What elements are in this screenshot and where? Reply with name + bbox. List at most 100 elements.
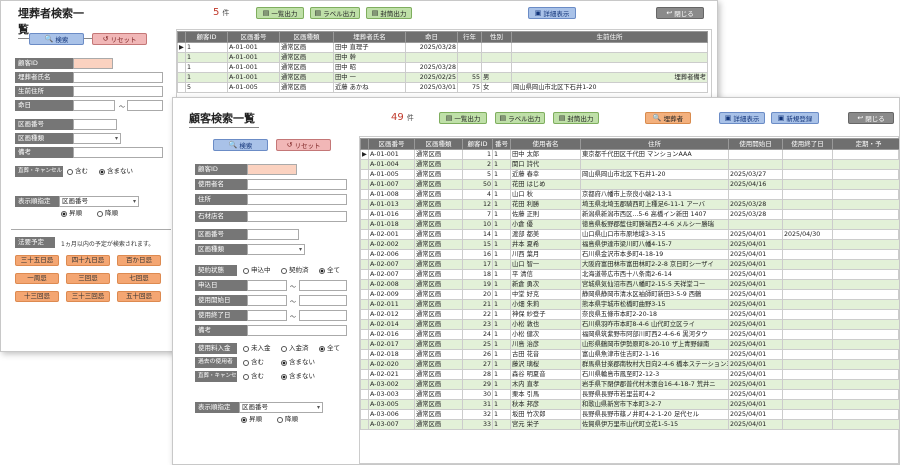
row-selector[interactable] (360, 399, 369, 410)
table-row[interactable]: A-02-009 通常区画 20 1 中堂 好克 静岡県静岡市清水区袖師町新田3-5-9 … (360, 289, 899, 300)
row-selector[interactable] (360, 349, 369, 360)
list-print-button[interactable]: ▤ 一覧出力 (439, 112, 487, 124)
address-input[interactable] (73, 86, 163, 97)
table-row[interactable]: A-01-016 通常区画 7 1 佐藤 正則 新潟県新潟市西区...5-6 高橋イン新田… (360, 209, 899, 220)
notes-input[interactable] (73, 147, 163, 158)
table-row[interactable]: A-02-020 通常区画 27 1 藤沢 璃桜 群馬県甘楽郡南牧村大日向2-4-6 橋本… (360, 359, 899, 370)
order-select[interactable]: 区画番号 (59, 196, 139, 207)
customer-id-input[interactable] (73, 58, 113, 69)
col-header[interactable]: 使用者名 (510, 138, 581, 150)
table-row[interactable]: A-01-007 通常区画 50 1 花田 はじめ 2025/04/16 (360, 179, 899, 190)
notes-input[interactable] (247, 325, 347, 336)
table-row[interactable]: A-01-004 通常区画 2 1 関口 詩代 (360, 159, 899, 170)
cancel-exclude-radio[interactable]: 含まない (99, 166, 133, 177)
search-button[interactable]: 🔍 検索 (213, 139, 268, 151)
envelope-print-button[interactable]: ▤ 封筒出力 (366, 7, 412, 19)
start-date-to[interactable] (299, 295, 347, 306)
plot-type-select[interactable] (247, 244, 305, 255)
table-row[interactable]: A-02-001 通常区画 14 1 渡部 都美 山口県山口市市原地域3-3-15 2025… (360, 229, 899, 240)
address-input[interactable] (247, 194, 347, 205)
table-row[interactable]: A-02-007 通常区画 18 1 平 清信 北海道帯広市西十八条南2-6-14 2025… (360, 269, 899, 280)
label-print-button[interactable]: ▤ ラベル出力 (495, 112, 545, 124)
col-header[interactable]: 使用終了日 (782, 138, 833, 150)
burial-button[interactable]: 🔍 埋葬者 (645, 112, 691, 124)
table-row[interactable]: ▶ 1 A-01-001 通常区画 田中 直理子 2025/03/28 (177, 42, 708, 53)
row-selector[interactable] (360, 309, 369, 320)
cancel-include-radio[interactable]: 含む (67, 166, 88, 177)
burial-name-input[interactable] (73, 72, 163, 83)
payment-unpaid-radio[interactable]: 未入金 (243, 343, 271, 354)
row-selector[interactable] (360, 239, 369, 250)
row-selector[interactable] (360, 419, 369, 430)
table-row[interactable]: A-01-018 通常区画 10 1 小倉 優徳島県板野郡藍住町勝瑞西2-4-6 メルシ… (360, 219, 899, 230)
row-selector[interactable] (360, 199, 369, 210)
row-selector[interactable] (360, 299, 369, 310)
col-header[interactable]: 区画番号 (227, 31, 280, 43)
close-button[interactable]: ↩ 閉じる (656, 7, 704, 19)
table-row[interactable]: 1 A-01-001 通常区画 田中 幹 (177, 52, 708, 63)
table-row[interactable]: A-03-003 通常区画 30 1 栗本 引馬 長野県長野市若里芸町4-2 2025/04… (360, 389, 899, 400)
table-row[interactable]: A-02-007 通常区画 17 1 山口 智一 大阪府富田林市富田林町2-2-8 京日町… (360, 259, 899, 270)
table-row[interactable]: A-02-014 通常区画 23 1 小松 敦也 石川県羽咋市本町8-4-6 山代町立区ラ… (360, 319, 899, 330)
col-header[interactable]: 住所 (580, 138, 729, 150)
table-row[interactable]: A-02-012 通常区画 22 1 神保 紗登子 奈良県五條市本町2-20-18 2025… (360, 309, 899, 320)
user-name-input[interactable] (247, 179, 347, 190)
col-header[interactable]: 埋葬者氏名 (333, 31, 406, 43)
contract-signed-radio[interactable]: 契約済 (281, 265, 309, 276)
row-selector[interactable] (360, 319, 369, 330)
order-desc-radio[interactable]: 降順 (277, 414, 298, 425)
contract-applying-radio[interactable]: 申込中 (243, 265, 271, 276)
table-row[interactable]: A-02-002 通常区画 15 1 井本 夏希 福島県伊達市梁川町八幡4-15-7 202… (360, 239, 899, 250)
end-date-from[interactable] (247, 310, 287, 321)
row-selector[interactable] (360, 389, 369, 400)
table-row[interactable]: A-02-011 通常区画 21 1 小畑 朱莉 熊本県宇城市松橋町曲野3-15 2025/… (360, 299, 899, 310)
row-selector[interactable] (360, 339, 369, 350)
stone-shop-input[interactable] (247, 211, 347, 222)
table-row[interactable]: A-02-017 通常区画 25 1 川島 治彦 山形県鶴岡市伊勢原町8-20-10 ザ上… (360, 339, 899, 350)
payment-paid-radio[interactable]: 入金済 (281, 343, 309, 354)
row-selector[interactable] (360, 329, 369, 340)
memorial-35-button[interactable]: 三十五日忌 (15, 255, 59, 266)
table-row[interactable]: A-01-008 通常区画 4 1 山口 秋京都府八幡市上奈良小端2-13-1 (360, 189, 899, 200)
col-header[interactable]: 区画種類 (279, 31, 334, 43)
col-header[interactable]: 定期・予 (832, 138, 899, 150)
order-asc-radio[interactable]: 昇順 (61, 208, 82, 219)
table-row[interactable]: A-03-005 通常区画 31 1 秋本 邦彦 和歌山県新宮市下本町3-2-7 2025/… (360, 399, 899, 410)
payment-all-radio[interactable]: 全て (319, 343, 340, 354)
row-selector[interactable] (360, 219, 369, 230)
row-selector[interactable] (360, 259, 369, 270)
memorial-49-button[interactable]: 四十九日忌 (66, 255, 110, 266)
col-header[interactable]: 使用開始日 (728, 138, 783, 150)
table-row[interactable]: A-01-005 通常区画 5 1 近藤 春幸 岡山県岡山市北区下石井1-20 2025/0… (360, 169, 899, 180)
apply-date-from[interactable] (247, 280, 287, 291)
close-button[interactable]: ↩ 閉じる (848, 112, 894, 124)
row-selector[interactable] (177, 62, 186, 73)
death-date-to[interactable] (127, 100, 163, 111)
col-header[interactable]: 命日 (405, 31, 458, 43)
col-header[interactable]: 生前住所 (511, 31, 708, 43)
row-selector[interactable] (360, 169, 369, 180)
col-header[interactable]: 区画種類 (414, 138, 463, 150)
order-asc-radio[interactable]: 昇順 (241, 414, 262, 425)
col-header[interactable]: 区画番号 (368, 138, 415, 150)
plot-number-input[interactable] (73, 119, 117, 130)
table-row[interactable]: A-02-008 通常区画 19 1 新倉 勇次 宮城県気仙沼市西八幡町2-15-5 天祥… (360, 279, 899, 290)
detail-button[interactable]: ▣ 詳細表示 (528, 7, 576, 19)
row-selector[interactable]: ▶ (360, 149, 369, 160)
past-exclude-radio[interactable]: 含まない (281, 357, 315, 368)
order-select[interactable]: 区画番号 (239, 402, 323, 413)
envelope-print-button[interactable]: ▤ 封筒出力 (553, 112, 599, 124)
table-row[interactable]: A-03-002 通常区画 29 1 木内 直孝 岩手県下閉伊郡普代村木張台16-4-18… (360, 379, 899, 390)
col-header[interactable]: 顧客ID (462, 138, 493, 150)
contract-all-radio[interactable]: 全て (319, 265, 340, 276)
table-row[interactable]: A-03-006 通常区画 32 1 坂田 竹次郎 長野県長野市篠ノ井町4-2-1-20 … (360, 409, 899, 420)
memorial-7y-button[interactable]: 七回忌 (117, 273, 161, 284)
plot-number-input[interactable] (247, 229, 299, 240)
reset-button[interactable]: ↺ リセット (92, 33, 147, 45)
row-selector[interactable] (360, 359, 369, 370)
row-selector[interactable] (360, 249, 369, 260)
col-header[interactable]: 顧客ID (185, 31, 228, 43)
row-selector[interactable] (360, 279, 369, 290)
row-selector[interactable] (360, 159, 369, 170)
table-row[interactable]: 1 A-01-001 通常区画 田中 一 2025/02/25 55 男 埋葬者備考 (177, 72, 708, 83)
